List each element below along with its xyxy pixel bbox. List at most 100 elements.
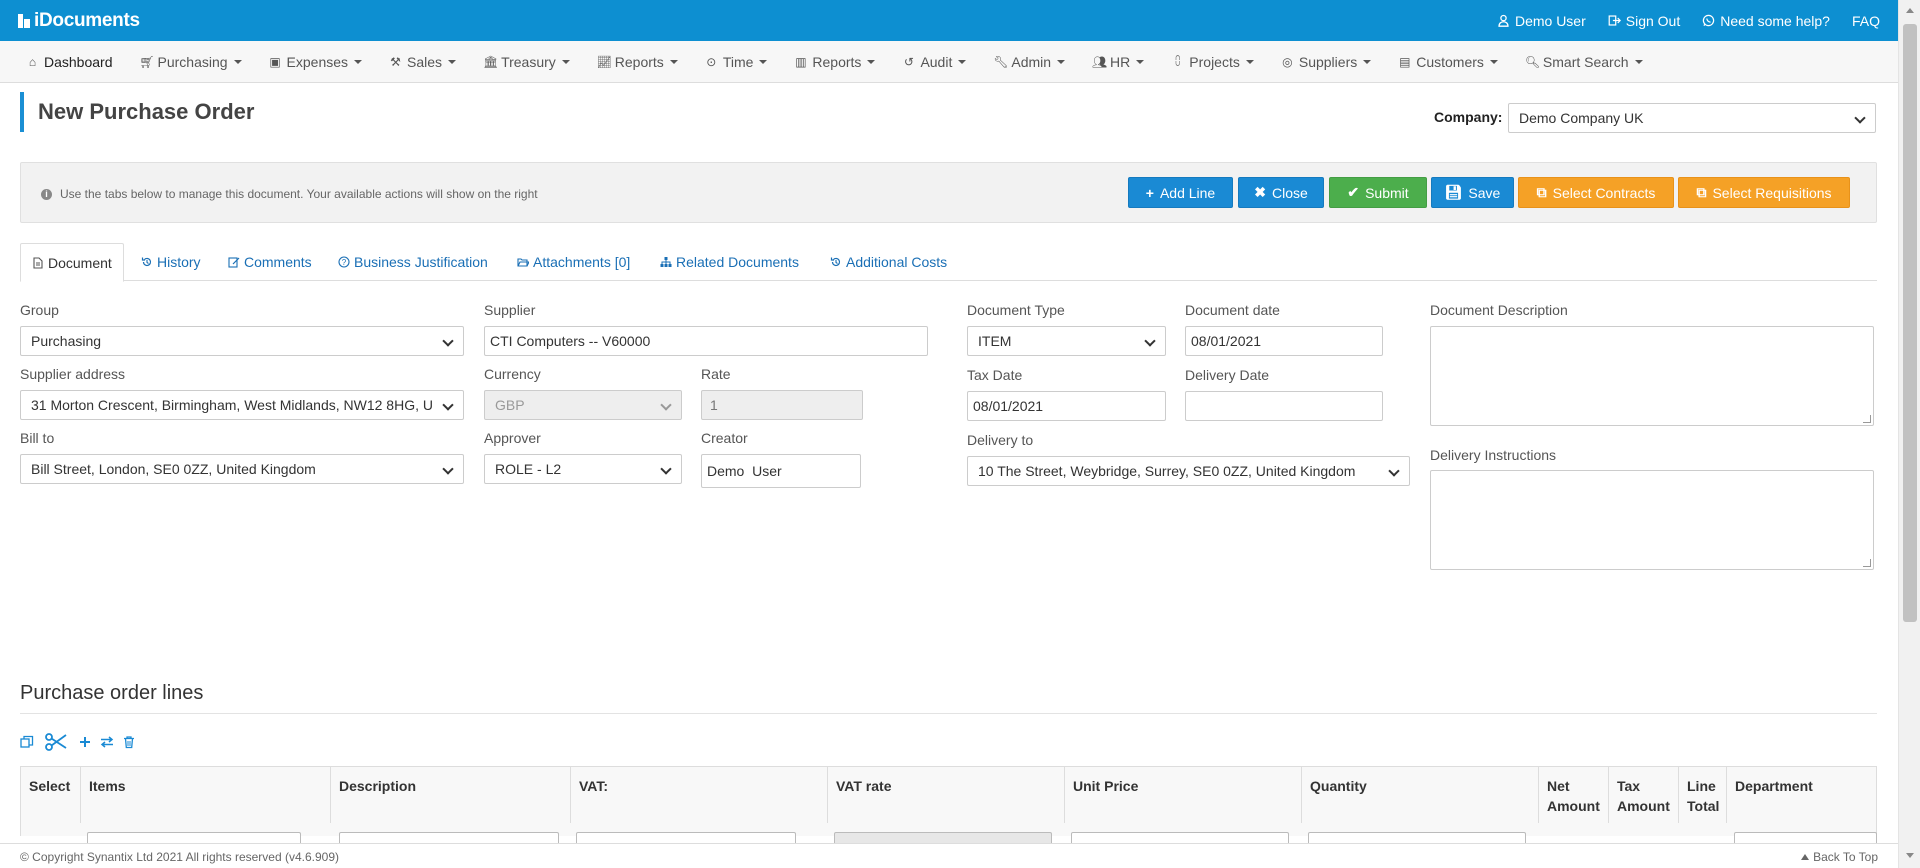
chevron-down-icon	[1144, 335, 1156, 347]
nav-sales[interactable]: ⚒ Sales	[389, 54, 457, 70]
folder-open-icon	[517, 258, 529, 267]
document-type-select[interactable]: ITEM	[967, 326, 1166, 356]
cut-lines-icon[interactable]	[42, 730, 70, 754]
nav-suppliers[interactable]: ◎ Suppliers	[1281, 53, 1372, 70]
whatsapp-icon	[1703, 14, 1715, 27]
column-header-tax-amount[interactable]: Tax Amount	[1609, 767, 1679, 823]
column-header-items[interactable]: Items	[81, 767, 331, 823]
supplier-input[interactable]: CTI Computers -- V60000	[484, 326, 928, 356]
creator-input[interactable]: Demo User	[701, 454, 861, 488]
column-header-description[interactable]: Description	[331, 767, 571, 823]
column-header-vat[interactable]: VAT:	[571, 767, 828, 823]
document-type-label: Document Type	[967, 302, 1065, 318]
info-icon: i	[41, 188, 52, 200]
tab-history[interactable]: History	[141, 243, 201, 281]
user-menu-link[interactable]: Demo User	[1497, 13, 1586, 29]
select-contracts-button[interactable]: ⧉ Select Contracts	[1518, 177, 1674, 208]
nav-time[interactable]: ⊙ Time	[705, 54, 768, 70]
submit-button[interactable]: ✔ Submit	[1329, 177, 1427, 208]
delivery-date-label: Delivery Date	[1185, 367, 1270, 383]
nav-label: Purchasing	[157, 53, 228, 70]
nav-reports-2[interactable]: ▥ Reports	[794, 54, 876, 70]
tab-attachments[interactable]: Attachments [0]	[517, 243, 630, 281]
bill-to-label: Bill to	[20, 430, 55, 446]
nav-customers[interactable]: ▤ Customers	[1398, 54, 1498, 70]
nav-purchasing[interactable]: 🛒︎ Purchasing	[140, 54, 242, 70]
document-tabs: Document History Comments ? Business Jus…	[20, 243, 1877, 282]
page-scrollbar[interactable]	[1898, 0, 1920, 868]
tab-label: History	[157, 254, 201, 270]
sign-out-link[interactable]: Sign Out	[1608, 13, 1680, 29]
close-icon: ✖	[1254, 184, 1266, 200]
nav-smart-search[interactable]: 🔍︎ Smart Search	[1525, 54, 1643, 70]
column-header-vat-rate[interactable]: VAT rate	[828, 767, 1065, 823]
app-logo[interactable]: iDocuments	[18, 10, 140, 32]
column-header-select[interactable]: Select	[21, 767, 81, 823]
scrollbar-thumb[interactable]	[1903, 24, 1917, 622]
caret-down-icon	[1057, 59, 1066, 64]
column-header-department[interactable]: Department	[1727, 767, 1878, 823]
close-button[interactable]: ✖ Close	[1238, 177, 1324, 208]
logo-text: iDocuments	[34, 9, 140, 31]
cart-icon: 🛒︎	[139, 54, 155, 69]
approver-select[interactable]: ROLE - L2	[484, 454, 682, 484]
nav-hr[interactable]: 👥︎ HR	[1092, 53, 1145, 70]
delivery-to-select[interactable]: 10 The Street, Weybridge, Surrey, SE0 0Z…	[967, 456, 1410, 486]
add-line-icon[interactable]	[78, 735, 92, 749]
scroll-down-arrow-icon[interactable]	[1906, 853, 1914, 858]
column-header-quantity[interactable]: Quantity	[1302, 767, 1539, 823]
help-link[interactable]: Need some help?	[1702, 13, 1830, 29]
nav-expenses[interactable]: ▣ Expenses	[269, 54, 363, 70]
back-to-top-link[interactable]: Back To Top	[1801, 850, 1878, 864]
nav-label: Audit	[920, 53, 953, 70]
delete-lines-icon[interactable]	[122, 735, 136, 749]
document-description-textarea[interactable]	[1430, 326, 1874, 426]
svg-text:?: ?	[342, 258, 347, 267]
money-icon: ▣	[269, 54, 281, 69]
main-nav: ⌂ Dashboard 🛒︎ Purchasing ▣ Expenses ⚒ S…	[0, 41, 1898, 83]
tab-related-documents[interactable]: Related Documents	[660, 243, 799, 281]
bill-to-select[interactable]: Bill Street, London, SE0 0ZZ, United Kin…	[20, 454, 464, 484]
tab-business-justification[interactable]: ? Business Justification	[338, 243, 488, 281]
caret-down-icon	[759, 59, 768, 64]
nav-audit[interactable]: ↺ Audit	[902, 53, 967, 70]
swap-lines-icon[interactable]	[100, 735, 114, 749]
tab-additional-costs[interactable]: Additional Costs	[830, 243, 947, 281]
chevron-down-icon	[442, 335, 454, 347]
nav-projects[interactable]: ⩇ Projects	[1171, 54, 1254, 70]
tab-label: Document	[48, 254, 112, 271]
currency-select: GBP	[484, 390, 682, 420]
document-date-input[interactable]: 08/01/2021	[1185, 326, 1383, 356]
group-select[interactable]: Purchasing	[20, 326, 464, 356]
page-title: New Purchase Order	[38, 99, 255, 124]
tax-date-input[interactable]: 08/01/2021	[967, 391, 1166, 421]
caret-down-icon	[1245, 59, 1254, 64]
rate-value: 1	[710, 397, 718, 413]
nav-dashboard[interactable]: ⌂ Dashboard	[26, 54, 113, 70]
scroll-up-arrow-icon[interactable]	[1906, 8, 1914, 13]
copy-lines-icon[interactable]	[20, 735, 34, 749]
delivery-date-input[interactable]	[1185, 391, 1383, 421]
faq-link[interactable]: FAQ	[1852, 13, 1880, 29]
delivery-instructions-label: Delivery Instructions	[1430, 447, 1557, 463]
column-header-unit-price[interactable]: Unit Price	[1065, 767, 1302, 823]
help-label: Need some help?	[1720, 12, 1830, 29]
nav-label: Suppliers	[1298, 53, 1358, 70]
tab-document[interactable]: Document	[20, 243, 124, 282]
save-button[interactable]: 💾︎ Save	[1431, 177, 1514, 208]
company-value: Demo Company UK	[1519, 110, 1644, 126]
company-select[interactable]: Demo Company UK	[1508, 103, 1876, 133]
nav-admin[interactable]: 🔧︎ Admin	[993, 54, 1066, 70]
nav-reports[interactable]: 📈︎ Reports	[597, 54, 678, 70]
nav-label: HR	[1110, 53, 1131, 70]
column-header-line-total[interactable]: Line Total	[1679, 767, 1727, 823]
delivery-instructions-textarea[interactable]	[1430, 470, 1874, 570]
add-line-button[interactable]: + Add Line	[1128, 177, 1233, 208]
select-requisitions-button[interactable]: ⧉ Select Requisitions	[1678, 177, 1850, 208]
supplier-address-select[interactable]: 31 Morton Crescent, Birmingham, West Mid…	[20, 390, 464, 420]
tab-comments[interactable]: Comments	[228, 243, 312, 281]
currency-value: GBP	[495, 397, 525, 413]
floppy-disk-icon: 💾︎	[1444, 184, 1463, 200]
nav-treasury[interactable]: 🏛︎ Treasury	[483, 54, 570, 70]
column-header-net-amount[interactable]: Net Amount	[1539, 767, 1609, 823]
